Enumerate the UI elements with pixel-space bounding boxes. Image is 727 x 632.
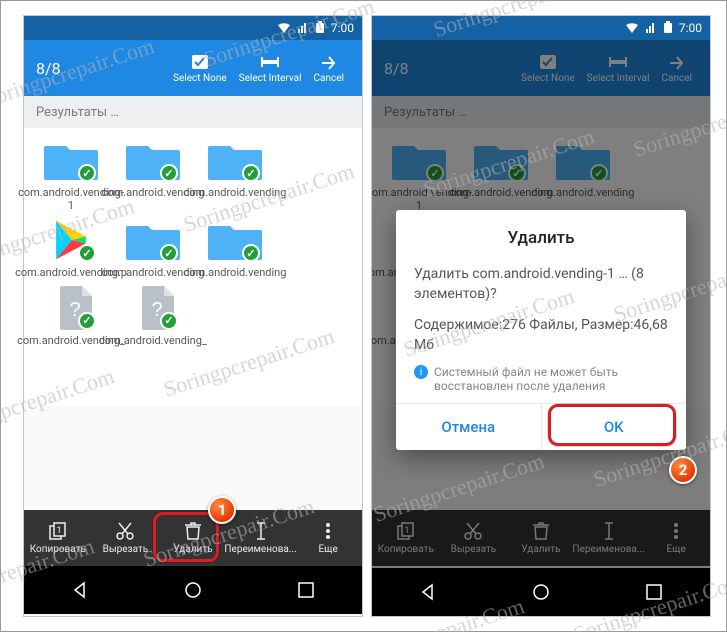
file-item[interactable]: com.android.vending [114,136,192,212]
file-item[interactable]: com.android.vending [114,216,192,279]
cut-button[interactable]: Вырезать [95,521,155,555]
copy-icon [48,521,68,541]
file-item[interactable]: com.android.vending.p [32,216,110,279]
scissors-icon [115,521,135,541]
select-none-button[interactable]: Select None [167,53,233,84]
file-name: com.android.vending [184,266,287,279]
interval-icon [260,53,280,71]
back-icon[interactable] [418,582,438,602]
app-bar: 8/8 Select None Select Interval Cancel [24,40,362,96]
selected-check-icon [78,164,96,182]
select-interval-button[interactable]: Select Interval [233,53,308,84]
more-button[interactable]: Еще [298,521,358,555]
highlight-box-1 [153,512,219,562]
cancel-button[interactable]: Cancel [308,53,350,84]
status-bar: 7:00 [24,16,362,40]
wifi-icon [277,21,291,35]
checkbox-icon [190,53,210,71]
home-icon[interactable] [531,582,551,602]
selection-count: 8/8 [36,59,61,78]
play-icon [42,216,100,264]
file-icon [42,284,100,332]
folder-icon [124,216,182,264]
nav-bar [24,566,362,614]
dialog-message-2: Содержимое:276 Файлы, Размер:46,68 Мб [414,315,668,356]
file-item[interactable]: com.android.vending-1 [32,136,110,212]
clock: 7:00 [679,21,702,35]
back-icon[interactable] [70,580,90,600]
file-name: com.android.vending [184,186,287,199]
more-icon [318,521,338,541]
battery-icon [661,21,675,35]
status-bar: 7:00 [372,16,710,40]
cursor-icon [251,521,271,541]
clock: 7:00 [331,21,354,35]
file-item[interactable]: com.android.vending [196,136,274,212]
copy-button[interactable]: Копировать [28,521,88,555]
dialog-message-1: Удалить com.android.vending-1 … (8 элеме… [414,264,668,305]
dialog-cancel-button[interactable]: Отмена [396,404,542,450]
highlight-box-2 [548,404,676,446]
folder-icon [206,216,264,264]
info-icon: i [414,365,428,379]
selected-check-icon [160,312,178,330]
dialog-title: Удалить [396,228,686,264]
return-icon [319,53,339,71]
bottom-toolbar: Копировать Вырезать Удалить Переименова.… [24,510,362,566]
selected-check-icon [78,312,96,330]
delete-dialog: Удалить Удалить com.android.vending-1 … … [396,210,686,450]
file-name: com.android.vending_ [99,334,207,347]
battery-icon [313,21,327,35]
breadcrumb[interactable]: Результаты … [24,96,362,128]
folder-icon [206,136,264,184]
file-icon [124,284,182,332]
folder-icon [42,136,100,184]
selected-check-icon [160,164,178,182]
wifi-icon [625,21,639,35]
selected-check-icon [78,244,96,262]
file-item[interactable]: com.android.vending_ [114,284,192,347]
signal-icon [295,21,309,35]
home-icon[interactable] [183,580,203,600]
file-grid: com.android.vending-1com.android.vending… [24,128,362,406]
empty-area [24,406,362,510]
signal-icon [643,21,657,35]
rename-button[interactable]: Переименова... [231,521,291,555]
dialog-warning: i Системный файл не может быть восстанов… [396,359,686,403]
recent-icon[interactable] [644,582,664,602]
right-screenshot: 7:00 8/8 Select None Select Interval Can… [372,16,710,616]
annotation-marker-1: 1 [208,496,236,524]
left-screenshot: 7:00 8/8 Select None Select Interval Can… [24,16,362,616]
nav-bar [372,568,710,616]
annotation-marker-2: 2 [669,456,697,484]
file-item[interactable]: com.android.vending [196,216,274,279]
selected-check-icon [242,164,260,182]
folder-icon [124,136,182,184]
recent-icon[interactable] [296,580,316,600]
